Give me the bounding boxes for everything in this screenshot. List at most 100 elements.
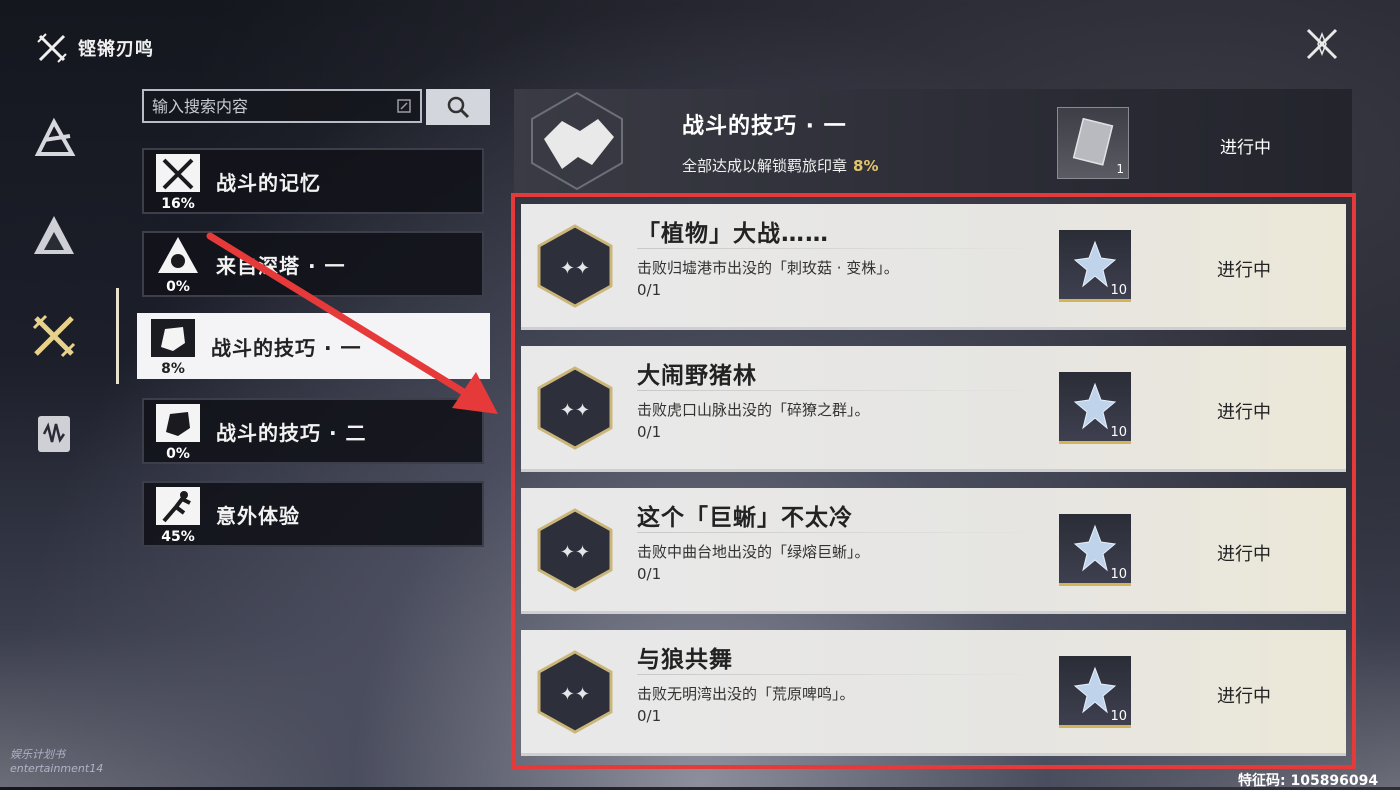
category-percent: 0% bbox=[166, 279, 190, 295]
peak-emblem-icon bbox=[34, 216, 74, 254]
quest-row[interactable]: ✦✦ 「植物」大战…… 击败归墟港市出没的「刺玫菇 · 变株」。 0/1 10 … bbox=[521, 204, 1346, 330]
star-crystal-icon bbox=[1073, 382, 1117, 430]
category-label: 战斗的技巧 · 二 bbox=[216, 420, 367, 445]
tower-icon bbox=[158, 237, 198, 273]
watermark-line2: entertainment14 bbox=[10, 762, 104, 775]
quest-description: 击败中曲台地出没的「绿熔巨蜥」。 bbox=[637, 543, 870, 561]
quest-status: 进行中 bbox=[1217, 544, 1271, 565]
quest-description: 击败归墟港市出没的「刺玫菇 · 变株」。 bbox=[637, 259, 899, 277]
category-item[interactable]: 0% 战斗的技巧 · 二 bbox=[142, 398, 484, 464]
rail-item-swords[interactable] bbox=[28, 310, 80, 362]
star-crystal-icon bbox=[1073, 666, 1117, 714]
corner-code-text: 特征码: 105896094 bbox=[1238, 773, 1379, 789]
search-icon bbox=[447, 96, 470, 119]
triangle-emblem-icon bbox=[34, 117, 76, 156]
category-badge: 16% bbox=[144, 150, 212, 212]
quest-reward[interactable]: 10 bbox=[1059, 230, 1131, 302]
quest-divider bbox=[637, 674, 1047, 675]
quest-reward[interactable]: 10 bbox=[1059, 372, 1131, 444]
quest-title: 「植物」大战…… bbox=[637, 221, 829, 247]
quest-description: 击败虎口山脉出没的「碎獠之群」。 bbox=[637, 401, 870, 419]
rail-item-peak[interactable] bbox=[28, 208, 80, 260]
quest-divider bbox=[637, 248, 1047, 249]
category-item[interactable]: 16% 战斗的记忆 bbox=[142, 148, 484, 214]
quest-title: 与狼共舞 bbox=[637, 647, 733, 673]
search-box bbox=[142, 89, 422, 123]
quest-hex-icon: ✦✦ bbox=[537, 366, 613, 450]
quest-status: 进行中 bbox=[1217, 402, 1271, 423]
close-button[interactable] bbox=[1302, 24, 1342, 64]
category-item[interactable]: 45% 意外体验 bbox=[142, 481, 484, 547]
star-crystal-icon bbox=[1073, 240, 1117, 288]
quest-row[interactable]: ✦✦ 大闹野猪林 击败虎口山脉出没的「碎獠之群」。 0/1 10 进行中 bbox=[521, 346, 1346, 472]
category-percent: 45% bbox=[161, 529, 195, 545]
svg-text:✦✦: ✦✦ bbox=[560, 542, 590, 563]
crossed-swords-icon bbox=[32, 314, 76, 358]
quest-progress: 0/1 bbox=[637, 281, 662, 299]
quest-reward[interactable]: 10 bbox=[1059, 514, 1131, 586]
quest-divider bbox=[637, 532, 1047, 533]
category-label: 意外体验 bbox=[216, 503, 300, 528]
quest-title: 大闹野猪林 bbox=[637, 363, 757, 389]
quest-reward[interactable]: 10 bbox=[1059, 656, 1131, 728]
quest-title: 这个「巨蜥」不太冷 bbox=[637, 505, 853, 531]
achievement-status: 进行中 bbox=[1220, 138, 1271, 158]
quest-hex-icon: ✦✦ bbox=[537, 224, 613, 308]
category-item[interactable]: 0% 来自深塔 · 一 bbox=[142, 231, 484, 297]
seal-card-icon bbox=[1072, 118, 1114, 166]
quest-hex-icon: ✦✦ bbox=[537, 650, 613, 734]
handshake-emblem-icon bbox=[531, 91, 623, 191]
rail-item-triangle[interactable] bbox=[28, 112, 80, 164]
watermark: 娱乐计划书 entertainment14 bbox=[10, 748, 103, 776]
rail-active-indicator bbox=[116, 288, 119, 384]
quest-row[interactable]: ✦✦ 这个「巨蜥」不太冷 击败中曲台地出没的「绿熔巨蜥」。 0/1 10 进行中 bbox=[521, 488, 1346, 614]
achievement-title: 战斗的技巧 · 一 bbox=[682, 114, 847, 139]
search-button[interactable] bbox=[426, 89, 490, 125]
category-badge: 0% bbox=[144, 400, 212, 462]
category-badge: 0% bbox=[144, 233, 212, 295]
category-percent: 16% bbox=[161, 196, 195, 212]
category-badge: 8% bbox=[139, 315, 207, 377]
quest-hex-icon: ✦✦ bbox=[537, 508, 613, 592]
category-label: 来自深塔 · 一 bbox=[216, 253, 346, 278]
edit-icon bbox=[397, 99, 411, 113]
reward-count: 10 bbox=[1110, 283, 1127, 298]
reward-count: 10 bbox=[1110, 425, 1127, 440]
achievement-percent: 8% bbox=[853, 157, 879, 175]
fist-icon bbox=[151, 319, 195, 357]
quest-row[interactable]: ✦✦ 与狼共舞 击败无明湾出没的「荒原啤鸣」。 0/1 10 进行中 bbox=[521, 630, 1346, 756]
seal-reward[interactable]: 1 bbox=[1057, 107, 1129, 179]
quest-divider bbox=[637, 390, 1047, 391]
star-crystal-icon bbox=[1073, 524, 1117, 572]
reward-count: 10 bbox=[1110, 567, 1127, 582]
card-wave-icon bbox=[38, 416, 70, 452]
search-input[interactable] bbox=[144, 96, 396, 116]
category-percent: 8% bbox=[161, 361, 185, 377]
category-percent: 0% bbox=[166, 446, 190, 462]
quest-description: 击败无明湾出没的「荒原啤鸣」。 bbox=[637, 685, 855, 703]
stumble-icon bbox=[156, 487, 200, 525]
category-badge: 45% bbox=[144, 483, 212, 545]
app-title-area: 铿锵刃鸣 bbox=[36, 32, 154, 64]
category-label: 战斗的技巧 · 一 bbox=[211, 335, 362, 360]
achievement-subtitle-text: 全部达成以解锁羁旅印章 bbox=[682, 157, 848, 175]
close-x-icon bbox=[1306, 28, 1338, 60]
svg-text:✦✦: ✦✦ bbox=[560, 684, 590, 705]
svg-text:✦✦: ✦✦ bbox=[560, 400, 590, 421]
achievement-subtitle: 全部达成以解锁羁旅印章 8% bbox=[682, 155, 878, 176]
svg-text:✦✦: ✦✦ bbox=[560, 258, 590, 279]
quest-status: 进行中 bbox=[1217, 260, 1271, 281]
quest-status: 进行中 bbox=[1217, 686, 1271, 707]
reward-count: 1 bbox=[1116, 162, 1124, 176]
category-label: 战斗的记忆 bbox=[216, 170, 321, 195]
quest-progress: 0/1 bbox=[637, 565, 662, 583]
fist-icon bbox=[156, 404, 200, 442]
crossed-swords-icon bbox=[156, 154, 200, 192]
quest-progress: 0/1 bbox=[637, 423, 662, 441]
quest-progress: 0/1 bbox=[637, 707, 662, 725]
reward-count: 10 bbox=[1110, 709, 1127, 724]
rail-item-card[interactable] bbox=[28, 408, 80, 460]
app-title: 铿锵刃鸣 bbox=[78, 39, 154, 60]
category-item-active[interactable]: 8% 战斗的技巧 · 一 bbox=[137, 313, 490, 379]
watermark-line1: 娱乐计划书 bbox=[10, 748, 65, 761]
